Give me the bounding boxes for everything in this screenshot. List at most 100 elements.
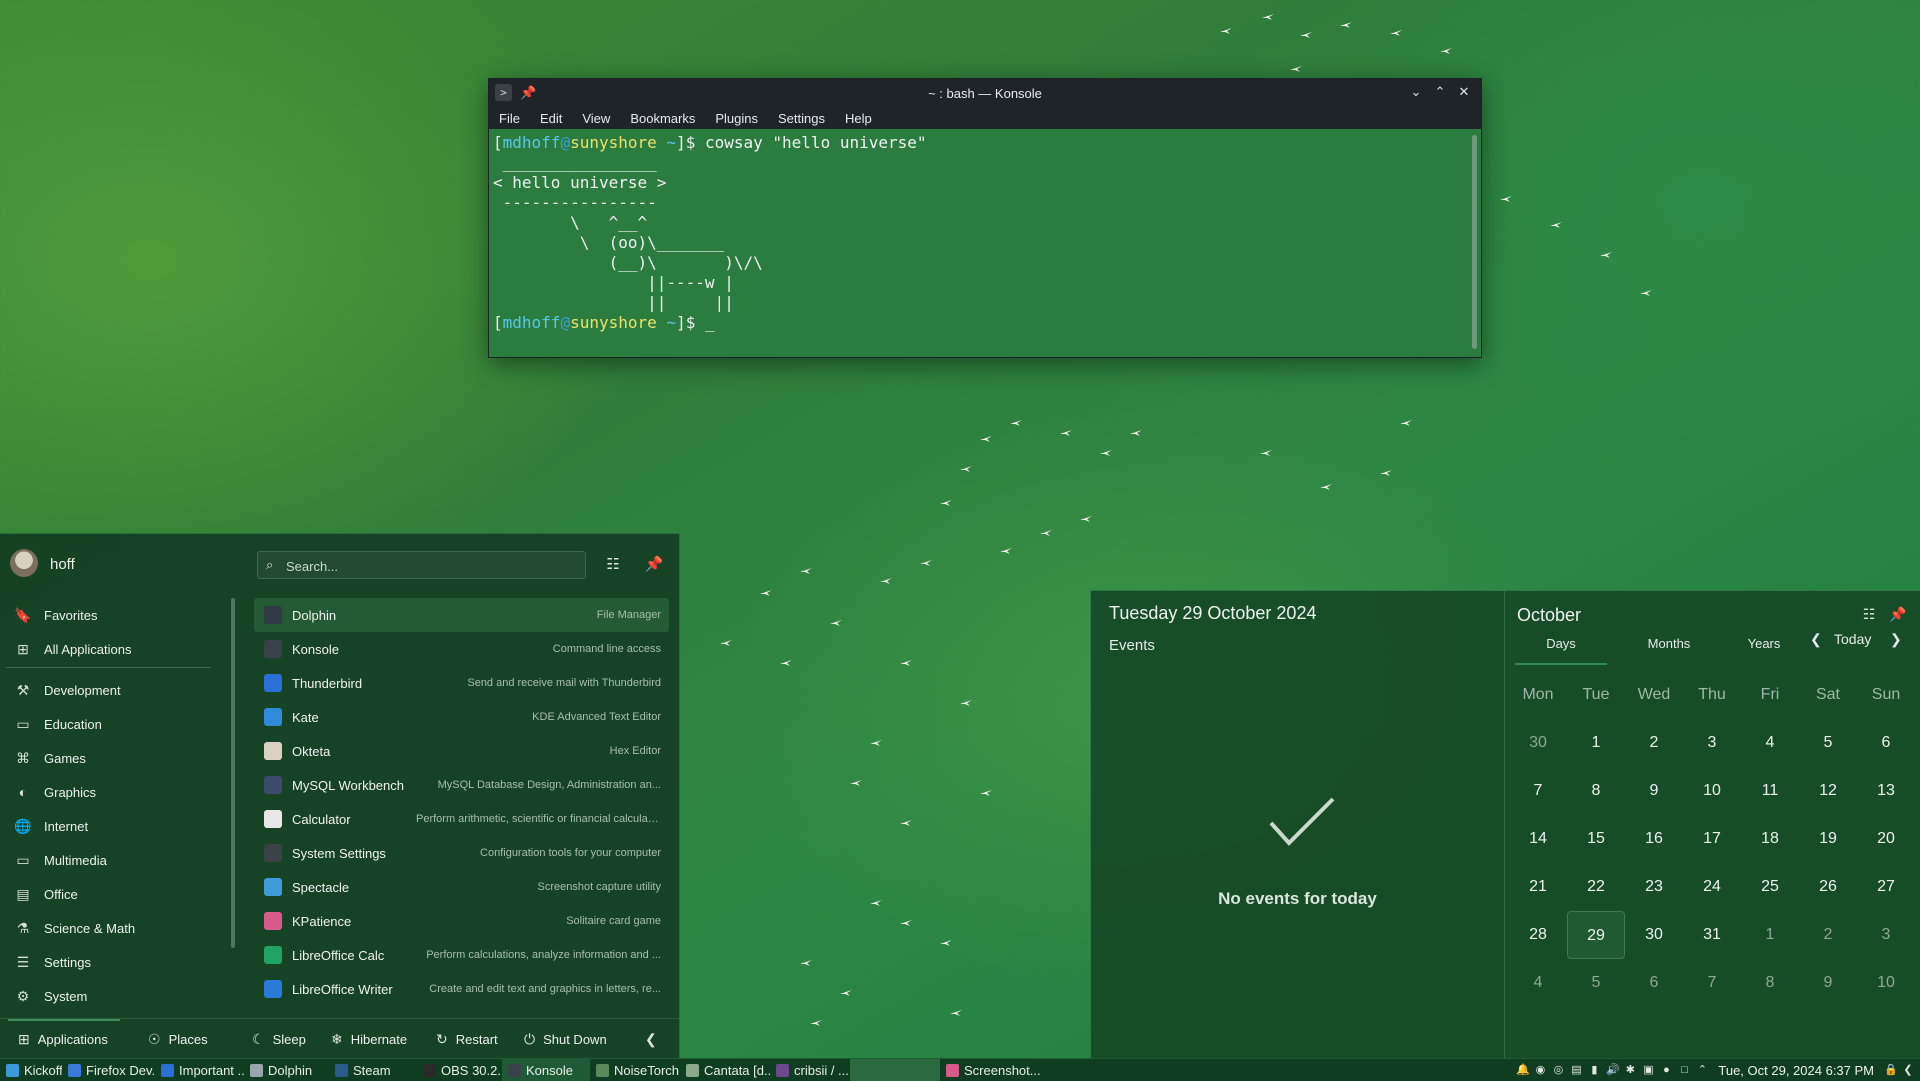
day-cell[interactable]: 1 bbox=[1741, 911, 1799, 959]
day-cell[interactable]: 10 bbox=[1683, 767, 1741, 815]
clipboard-icon[interactable]: ▤ bbox=[1570, 1064, 1582, 1076]
today-button[interactable]: Today bbox=[1834, 631, 1871, 647]
day-cell[interactable]: 16 bbox=[1625, 815, 1683, 863]
task-kickoff[interactable]: Kickoff bbox=[0, 1059, 62, 1081]
category-favorites[interactable]: 🔖 Favorites bbox=[0, 598, 215, 632]
category-internet[interactable]: 🌐 Internet bbox=[0, 809, 215, 843]
terminal-output[interactable]: [mdhoff@sunyshore ~]$ cowsay "hello univ… bbox=[489, 129, 1467, 357]
menu-settings[interactable]: Settings bbox=[778, 111, 825, 126]
day-cell[interactable]: 26 bbox=[1799, 863, 1857, 911]
steam-tray-icon[interactable]: ◎ bbox=[1552, 1064, 1564, 1076]
day-cell[interactable]: 1 bbox=[1567, 719, 1625, 767]
day-cell[interactable]: 22 bbox=[1567, 863, 1625, 911]
task-cribsii[interactable]: cribsii / ... bbox=[770, 1059, 850, 1081]
task-obs-30-2-1[interactable]: OBS 30.2.1... bbox=[417, 1059, 502, 1081]
day-cell[interactable]: 6 bbox=[1625, 959, 1683, 1007]
day-cell[interactable]: 9 bbox=[1625, 767, 1683, 815]
day-cell[interactable]: 18 bbox=[1741, 815, 1799, 863]
menu-plugins[interactable]: Plugins bbox=[715, 111, 758, 126]
tab-months[interactable]: Months bbox=[1623, 625, 1715, 663]
day-cell[interactable]: 3 bbox=[1857, 911, 1915, 959]
minimize-icon[interactable]: ⌄ bbox=[1407, 83, 1425, 101]
day-cell[interactable]: 24 bbox=[1683, 863, 1741, 911]
menu-edit[interactable]: Edit bbox=[540, 111, 562, 126]
expand-tray-icon[interactable]: ⌃ bbox=[1696, 1064, 1708, 1076]
configure-icon[interactable]: ☷ bbox=[601, 553, 625, 577]
day-cell[interactable]: 2 bbox=[1799, 911, 1857, 959]
category-graphics[interactable]: ◐ Graphics bbox=[0, 775, 215, 809]
day-cell[interactable]: 5 bbox=[1567, 959, 1625, 1007]
pin-icon[interactable]: 📌 bbox=[642, 553, 666, 577]
terminal-app-icon[interactable]: > bbox=[495, 84, 512, 101]
category-games[interactable]: ⌘ Games bbox=[0, 741, 215, 775]
day-cell[interactable]: 19 bbox=[1799, 815, 1857, 863]
task-firefox-dev[interactable]: Firefox Dev... bbox=[62, 1059, 155, 1081]
tab-applications[interactable]: ⊞ Applications bbox=[18, 1027, 108, 1051]
volume-icon[interactable]: 🔊 bbox=[1606, 1064, 1620, 1076]
day-cell[interactable]: 30 bbox=[1509, 719, 1567, 767]
hibernate-button[interactable]: ❄ Hibernate bbox=[331, 1027, 407, 1051]
category-development[interactable]: ⚒ Development bbox=[0, 673, 215, 707]
day-cell[interactable]: 9 bbox=[1799, 959, 1857, 1007]
menu-help[interactable]: Help bbox=[845, 111, 872, 126]
day-cell[interactable]: 7 bbox=[1509, 767, 1567, 815]
day-cell[interactable]: 21 bbox=[1509, 863, 1567, 911]
previous-month-icon[interactable]: ❮ bbox=[1810, 631, 1822, 648]
app-item-kpatience[interactable]: KPatience Solitaire card game bbox=[254, 904, 669, 938]
task-redacted[interactable] bbox=[850, 1059, 940, 1081]
search-input[interactable] bbox=[284, 555, 578, 577]
day-cell[interactable]: 15 bbox=[1567, 815, 1625, 863]
next-month-icon[interactable]: ❯ bbox=[1890, 631, 1902, 648]
category-science-math[interactable]: ⚗ Science & Math bbox=[0, 911, 215, 945]
app-item-system-settings[interactable]: System Settings Configuration tools for y… bbox=[254, 836, 669, 870]
task-noisetorch[interactable]: NoiseTorch... bbox=[590, 1059, 680, 1081]
day-cell[interactable]: 10 bbox=[1857, 959, 1915, 1007]
menu-view[interactable]: View bbox=[582, 111, 610, 126]
day-cell[interactable]: 5 bbox=[1799, 719, 1857, 767]
menu-file[interactable]: File bbox=[499, 111, 520, 126]
category-scrollbar[interactable] bbox=[231, 598, 235, 948]
category-education[interactable]: ▭ Education bbox=[0, 707, 215, 741]
day-cell[interactable]: 6 bbox=[1857, 719, 1915, 767]
restart-button[interactable]: ↻ Restart bbox=[436, 1027, 498, 1051]
close-icon[interactable]: ✕ bbox=[1455, 83, 1473, 101]
category-all-applications[interactable]: ⊞ All Applications bbox=[0, 632, 215, 666]
tab-places[interactable]: ☉ Places bbox=[148, 1027, 208, 1051]
search-box[interactable]: ⌕ bbox=[257, 551, 586, 579]
microphone-icon[interactable]: ● bbox=[1660, 1064, 1672, 1076]
task-steam[interactable]: Steam bbox=[329, 1059, 417, 1081]
tab-years[interactable]: Years bbox=[1718, 625, 1810, 663]
avatar[interactable] bbox=[10, 549, 38, 577]
day-cell[interactable]: 25 bbox=[1741, 863, 1799, 911]
discord-icon[interactable]: ◉ bbox=[1534, 1064, 1546, 1076]
day-cell[interactable]: 14 bbox=[1509, 815, 1567, 863]
network-icon[interactable]: ▣ bbox=[1642, 1064, 1654, 1076]
sleep-button[interactable]: ☾ Sleep bbox=[252, 1027, 306, 1051]
configure-icon[interactable]: ☷ bbox=[1858, 603, 1880, 625]
day-cell[interactable]: 27 bbox=[1857, 863, 1915, 911]
day-cell[interactable]: 2 bbox=[1625, 719, 1683, 767]
category-settings[interactable]: ☰ Settings bbox=[0, 945, 215, 979]
app-item-kate[interactable]: Kate KDE Advanced Text Editor bbox=[254, 700, 669, 734]
display-icon[interactable]: □ bbox=[1678, 1064, 1690, 1076]
app-item-spectacle[interactable]: Spectacle Screenshot capture utility bbox=[254, 870, 669, 904]
day-cell[interactable]: 31 bbox=[1683, 911, 1741, 959]
chevron-left-icon[interactable]: ❮ bbox=[1902, 1064, 1914, 1076]
category-multimedia[interactable]: ▭ Multimedia bbox=[0, 843, 215, 877]
day-cell[interactable]: 8 bbox=[1567, 767, 1625, 815]
day-cell[interactable]: 3 bbox=[1683, 719, 1741, 767]
task-screenshot[interactable]: Screenshot... bbox=[940, 1059, 1045, 1081]
notifications-icon[interactable]: 🔔 bbox=[1516, 1064, 1530, 1076]
maximize-icon[interactable]: ⌃ bbox=[1431, 83, 1449, 101]
task-important[interactable]: Important ... bbox=[155, 1059, 244, 1081]
lock-icon[interactable]: 🔒 bbox=[1884, 1064, 1898, 1076]
day-cell[interactable]: 13 bbox=[1857, 767, 1915, 815]
day-cell[interactable]: 7 bbox=[1683, 959, 1741, 1007]
day-cell[interactable]: 4 bbox=[1509, 959, 1567, 1007]
category-system[interactable]: ⚙ System bbox=[0, 979, 215, 1013]
menu-bookmarks[interactable]: Bookmarks bbox=[630, 111, 695, 126]
day-cell[interactable]: 12 bbox=[1799, 767, 1857, 815]
app-item-libreoffice-calc[interactable]: LibreOffice Calc Perform calculations, an… bbox=[254, 938, 669, 972]
app-item-okteta[interactable]: Okteta Hex Editor bbox=[254, 734, 669, 768]
window-titlebar[interactable]: > 📌 ~ : bash — Konsole ⌄ ⌃ ✕ bbox=[489, 79, 1481, 107]
